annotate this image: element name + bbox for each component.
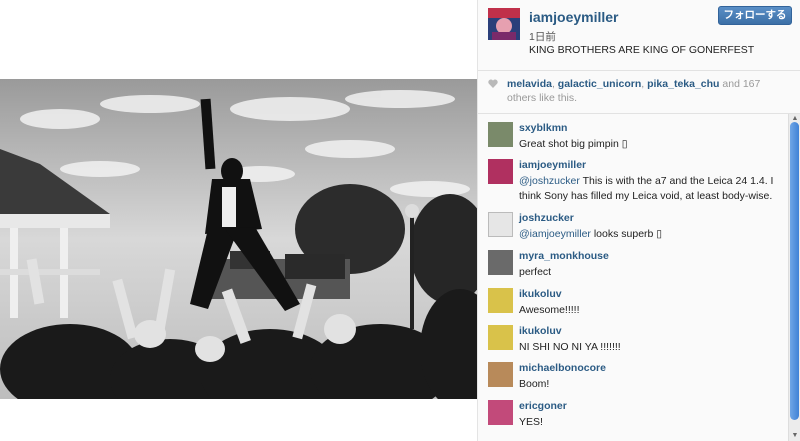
commenter-avatar[interactable] — [488, 362, 513, 387]
comment-text: Boom! — [519, 378, 550, 390]
comment-text: @joshzucker This is with the a7 and the … — [519, 174, 784, 204]
like-user[interactable]: melavida — [507, 78, 552, 90]
comment-mention[interactable]: @iamjoeymiller — [519, 228, 591, 240]
comment-list: sxyblkmn Great shot big pimpin ▯ iamjoey… — [478, 114, 788, 441]
comment-text: perfect — [519, 266, 552, 278]
heart-icon — [488, 79, 498, 88]
post-timestamp: 1日前 — [529, 31, 556, 43]
post-caption: KING BROTHERS ARE KING OF GONERFEST — [529, 44, 755, 56]
author-avatar[interactable] — [488, 8, 520, 40]
commenter-avatar[interactable] — [488, 288, 513, 313]
author-avatar-image — [488, 8, 520, 40]
concert-photo-image — [0, 79, 477, 399]
commenter-avatar[interactable] — [488, 400, 513, 425]
commenter-username[interactable]: myra_monkhouse — [519, 250, 609, 262]
comment-text: @iamjoeymiller looks superb ▯ — [519, 227, 784, 242]
comment-text: Awesome!!!!! — [519, 304, 580, 316]
commenter-avatar[interactable] — [488, 212, 513, 237]
commenter-username[interactable]: joshzucker — [519, 212, 574, 224]
comment-text: YES! — [519, 416, 543, 428]
follow-button[interactable]: フォローする — [718, 6, 792, 25]
comment-mention[interactable]: @joshzucker — [519, 175, 580, 187]
likes-suffix: others like this. — [507, 92, 578, 104]
comment-body: looks superb ▯ — [590, 228, 663, 240]
commenter-username[interactable]: ikukoluv — [519, 288, 562, 300]
commenter-username[interactable]: ericgoner — [519, 400, 567, 412]
commenter-avatar[interactable] — [488, 159, 513, 184]
post-sidebar: iamjoeymiller 1日前 KING BROTHERS ARE KING… — [477, 0, 800, 441]
post-header: iamjoeymiller 1日前 KING BROTHERS ARE KING… — [478, 0, 800, 71]
likes-count[interactable]: 167 — [743, 78, 761, 90]
scrollbar-thumb[interactable] — [790, 122, 799, 420]
likes-section: melavida, galactic_unicorn, pika_teka_ch… — [478, 71, 800, 114]
likes-text: melavida, galactic_unicorn, pika_teka_ch… — [507, 78, 761, 104]
like-user[interactable]: galactic_unicorn — [558, 78, 641, 90]
comment-text: NI SHI NO NI YA !!!!!!! — [519, 341, 621, 353]
comment-text: Great shot big pimpin ▯ — [519, 138, 628, 150]
commenter-avatar[interactable] — [488, 325, 513, 350]
likes-and: and — [719, 78, 743, 90]
scroll-down-arrow-icon[interactable]: ▼ — [791, 432, 799, 440]
commenter-username[interactable]: ikukoluv — [519, 325, 562, 337]
like-user[interactable]: pika_teka_chu — [647, 78, 719, 90]
post-photo[interactable] — [0, 79, 477, 399]
comments-scrollbar[interactable]: ▲ ▼ — [788, 114, 800, 441]
commenter-username[interactable]: michaelbonocore — [519, 362, 606, 374]
photo-pane — [0, 0, 477, 441]
author-username[interactable]: iamjoeymiller — [529, 9, 619, 25]
commenter-avatar[interactable] — [488, 122, 513, 147]
commenter-username[interactable]: iamjoeymiller — [519, 159, 586, 171]
commenter-avatar[interactable] — [488, 250, 513, 275]
commenter-username[interactable]: sxyblkmn — [519, 122, 567, 134]
